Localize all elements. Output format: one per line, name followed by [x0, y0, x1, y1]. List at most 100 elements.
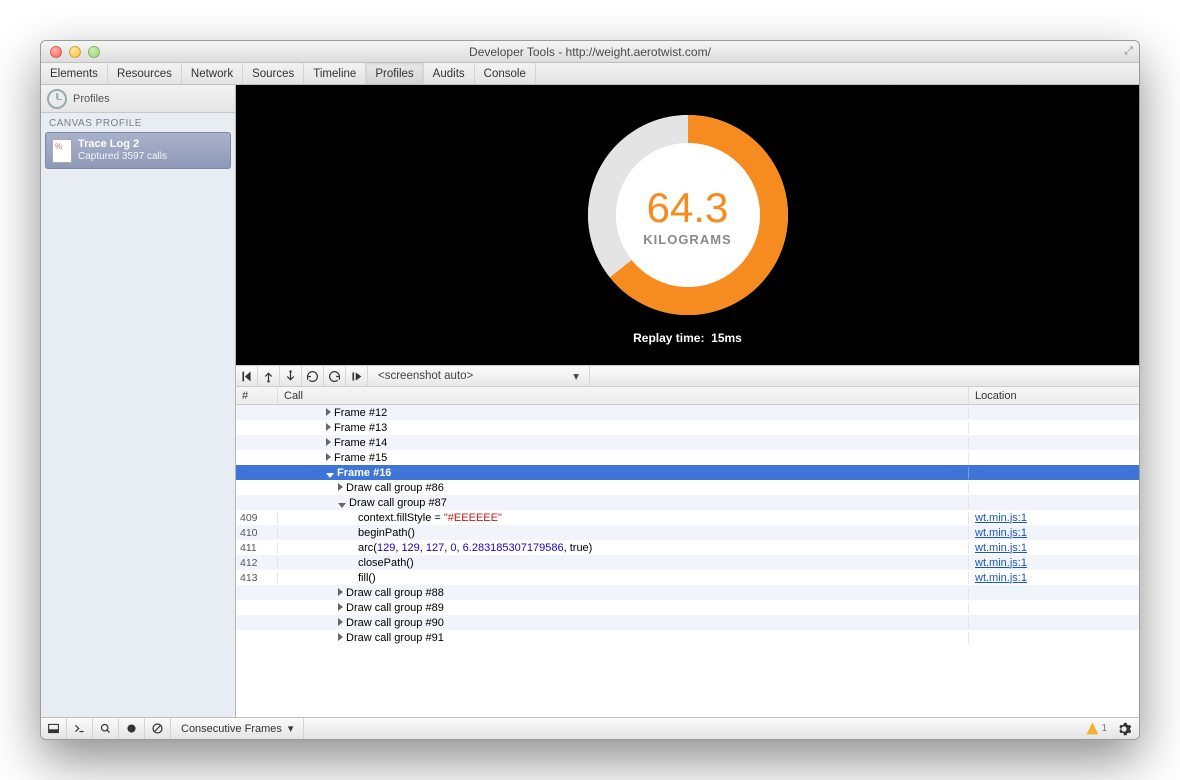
cell-call: Frame #12: [278, 407, 969, 419]
panel-tabs: ElementsResourcesNetworkSourcesTimelineP…: [41, 63, 1139, 85]
first-call-button[interactable]: [236, 366, 258, 386]
sidebar-header: Profiles: [41, 85, 235, 113]
warning-icon[interactable]: [1086, 723, 1098, 735]
th-location[interactable]: Location: [969, 387, 1139, 404]
disclosure-triangle-icon[interactable]: [338, 503, 346, 508]
trace-text: Trace Log 2 Captured 3597 calls: [78, 138, 167, 163]
expand-icon[interactable]: ⤢: [1124, 45, 1133, 58]
prev-draw-button[interactable]: [302, 366, 324, 386]
tab-network[interactable]: Network: [182, 63, 243, 84]
tab-sources[interactable]: Sources: [243, 63, 304, 84]
gauge-value: 64.3: [647, 184, 729, 232]
disclosure-triangle-icon[interactable]: [338, 588, 343, 596]
disclosure-triangle-icon[interactable]: [326, 438, 331, 446]
chevron-down-icon: ▾: [573, 369, 579, 383]
clear-button[interactable]: [145, 718, 171, 739]
replay-button[interactable]: [346, 366, 368, 386]
table-row[interactable]: Draw call group #90: [236, 615, 1139, 630]
trace-subtitle: Captured 3597 calls: [78, 151, 167, 163]
cell-call: Frame #13: [278, 422, 969, 434]
page-icon: [52, 139, 72, 163]
cell-location[interactable]: wt.min.js:1: [969, 527, 1139, 539]
tab-timeline[interactable]: Timeline: [304, 63, 366, 84]
tab-elements[interactable]: Elements: [41, 63, 108, 84]
capture-mode-label: Consecutive Frames: [181, 723, 282, 735]
cell-location[interactable]: wt.min.js:1: [969, 572, 1139, 584]
disclosure-triangle-icon[interactable]: [338, 483, 343, 491]
table-row[interactable]: 411arc(129, 129, 127, 0, 6.2831853071795…: [236, 540, 1139, 555]
table-row[interactable]: 410beginPath()wt.min.js:1: [236, 525, 1139, 540]
main-split: Profiles CANVAS PROFILE Trace Log 2 Capt…: [41, 85, 1139, 717]
screenshot-select[interactable]: <screenshot auto> ▾: [368, 366, 590, 386]
th-call[interactable]: Call: [278, 387, 969, 404]
tab-audits[interactable]: Audits: [424, 63, 475, 84]
cell-location[interactable]: wt.min.js:1: [969, 542, 1139, 554]
table-row[interactable]: Frame #13: [236, 420, 1139, 435]
search-button[interactable]: [93, 718, 119, 739]
trace-toolbar: <screenshot auto> ▾: [236, 365, 1139, 387]
window-title: Developer Tools - http://weight.aerotwis…: [41, 45, 1139, 59]
cell-call: Draw call group #87: [278, 497, 969, 509]
minimize-icon[interactable]: [69, 46, 81, 58]
cell-number: 412: [236, 557, 278, 569]
table-row[interactable]: Draw call group #86: [236, 480, 1139, 495]
table-row[interactable]: Draw call group #89: [236, 600, 1139, 615]
table-header: # Call Location: [236, 387, 1139, 405]
cell-call: Frame #16: [278, 467, 969, 479]
disclosure-triangle-icon[interactable]: [326, 473, 334, 478]
cell-call: closePath(): [278, 557, 969, 569]
sidebar-section-label: CANVAS PROFILE: [41, 113, 235, 132]
tab-profiles[interactable]: Profiles: [366, 63, 423, 84]
disclosure-triangle-icon[interactable]: [338, 603, 343, 611]
table-body[interactable]: Frame #12 Frame #13Frame #14 Frame #15 Fram…: [236, 405, 1139, 717]
table-row[interactable]: Draw call group #87: [236, 495, 1139, 510]
table-row[interactable]: Frame #12: [236, 405, 1139, 420]
gear-icon[interactable]: [1117, 722, 1131, 736]
cell-number: 413: [236, 572, 278, 584]
sidebar-header-label: Profiles: [73, 93, 110, 105]
table-row[interactable]: Draw call group #91: [236, 630, 1139, 645]
cell-call: Draw call group #90: [278, 617, 969, 629]
table-row[interactable]: 413fill()wt.min.js:1: [236, 570, 1139, 585]
capture-mode-select[interactable]: Consecutive Frames ▾: [171, 718, 304, 739]
cell-location[interactable]: wt.min.js:1: [969, 557, 1139, 569]
table-row[interactable]: Draw call group #88: [236, 585, 1139, 600]
cell-call: Draw call group #89: [278, 602, 969, 614]
disclosure-triangle-icon[interactable]: [338, 633, 343, 641]
warning-count[interactable]: 1: [1101, 723, 1107, 734]
disclosure-triangle-icon[interactable]: [338, 618, 343, 626]
table-row[interactable]: Frame #14: [236, 435, 1139, 450]
trace-title: Trace Log 2: [78, 138, 167, 151]
cell-location[interactable]: wt.min.js:1: [969, 512, 1139, 524]
disclosure-triangle-icon[interactable]: [326, 408, 331, 416]
table-row[interactable]: Frame #16: [236, 465, 1139, 480]
disclosure-triangle-icon[interactable]: [326, 453, 331, 461]
cell-call: beginPath(): [278, 527, 969, 539]
console-button[interactable]: [67, 718, 93, 739]
sidebar-item-trace-log[interactable]: Trace Log 2 Captured 3597 calls: [45, 132, 231, 169]
table-row[interactable]: 412closePath()wt.min.js:1: [236, 555, 1139, 570]
table-row[interactable]: 409context.fillStyle = "#EEEEEE"wt.min.j…: [236, 510, 1139, 525]
step-out-button[interactable]: [258, 366, 280, 386]
step-in-button[interactable]: [280, 366, 302, 386]
table-row[interactable]: Frame #15: [236, 450, 1139, 465]
close-icon[interactable]: [50, 46, 62, 58]
tab-resources[interactable]: Resources: [108, 63, 182, 84]
record-button[interactable]: [119, 718, 145, 739]
th-number[interactable]: #: [236, 387, 278, 404]
right-column: 64.3 KILOGRAMS Replay time: 15ms <screen…: [236, 85, 1139, 717]
traffic-lights: [41, 46, 100, 58]
chevron-down-icon: ▾: [288, 722, 294, 735]
cell-call: Draw call group #88: [278, 587, 969, 599]
cell-call: Draw call group #86: [278, 482, 969, 494]
cell-number: 409: [236, 512, 278, 524]
cell-call: Frame #15: [278, 452, 969, 464]
tab-console[interactable]: Console: [475, 63, 536, 84]
cell-number: 410: [236, 527, 278, 539]
stopwatch-icon: [47, 89, 67, 109]
zoom-icon[interactable]: [88, 46, 100, 58]
dock-button[interactable]: [41, 718, 67, 739]
next-draw-button[interactable]: [324, 366, 346, 386]
bottom-bar: Consecutive Frames ▾ 1: [41, 717, 1139, 739]
disclosure-triangle-icon[interactable]: [326, 423, 331, 431]
